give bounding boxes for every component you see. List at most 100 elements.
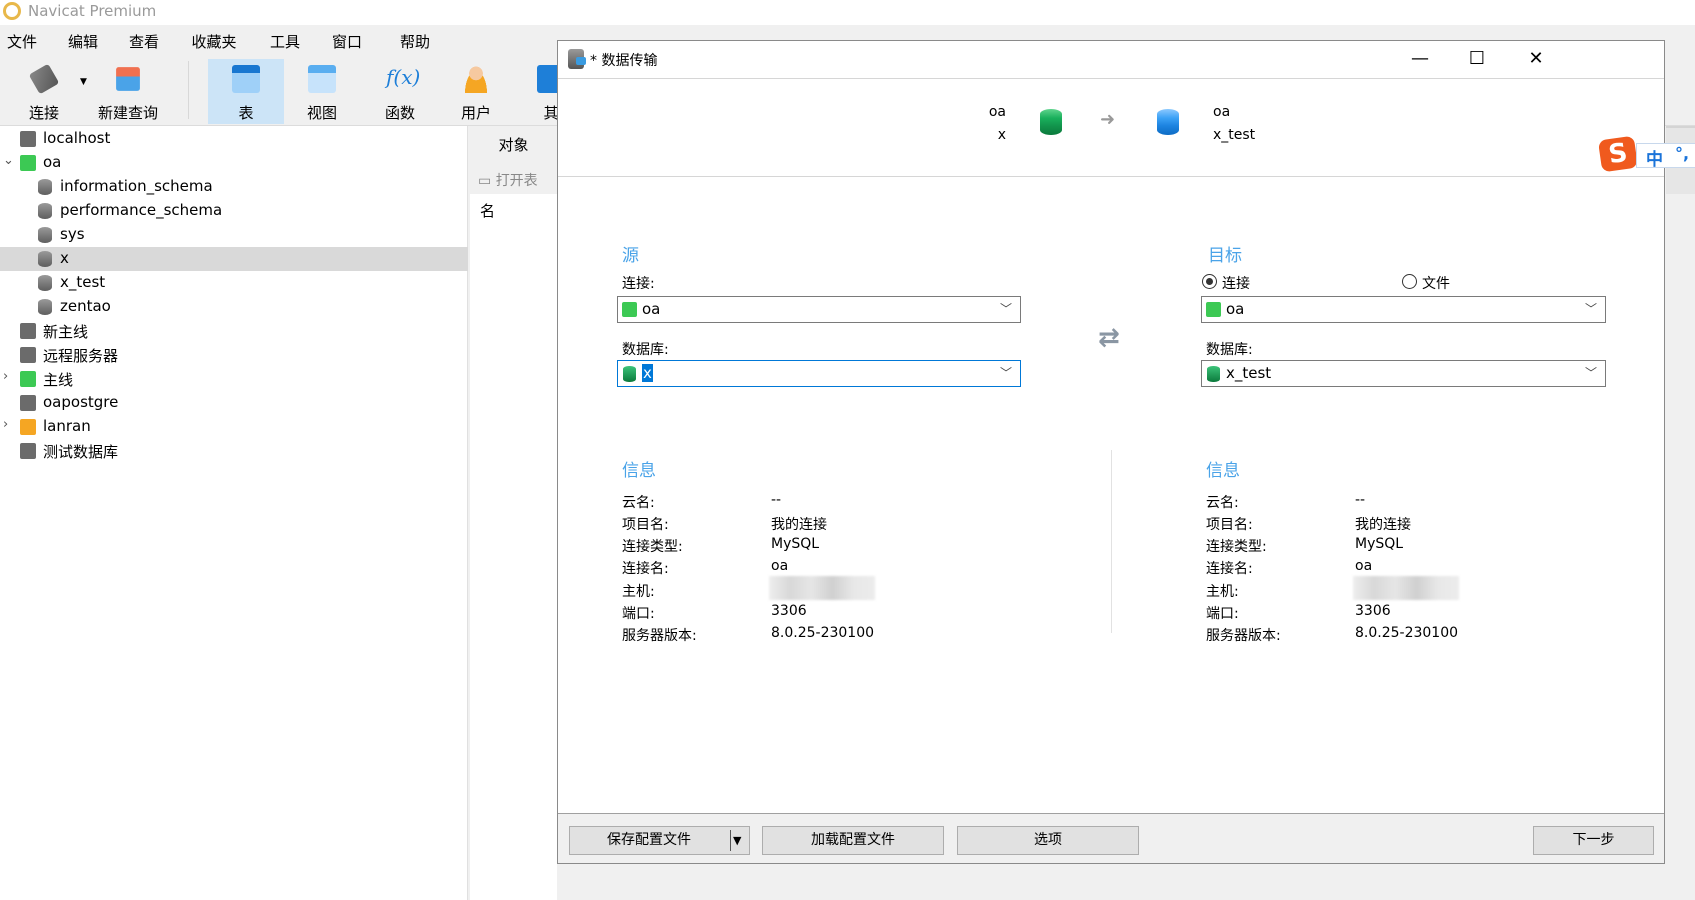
swap-icon[interactable]: ⇄ (1098, 323, 1120, 353)
ime-punctuation[interactable]: °, (1675, 144, 1689, 163)
chevron-right-icon[interactable]: › (3, 369, 8, 384)
host-redacted (769, 576, 875, 600)
info-label: 连接类型: (622, 539, 683, 555)
target-database-label: 数据库: (1206, 342, 1253, 358)
target-connection-radio[interactable] (1202, 274, 1217, 289)
new-query-icon (116, 67, 140, 91)
target-file-radio-label[interactable]: 文件 (1422, 273, 1450, 293)
tree-item-x-test[interactable]: x_test (0, 271, 468, 295)
menu-file[interactable]: 文件 (7, 31, 37, 52)
chevron-right-icon[interactable]: › (3, 417, 8, 432)
source-connection-value: oa (642, 300, 661, 318)
info-value: 8.0.25-230100 (771, 625, 875, 641)
info-label: 主机: (622, 584, 655, 600)
menu-window[interactable]: 窗口 (332, 31, 362, 52)
minimize-button[interactable]: — (1400, 47, 1440, 73)
table-button[interactable]: 表 (208, 59, 284, 124)
target-database-icon (1157, 109, 1179, 135)
menu-edit[interactable]: 编辑 (68, 31, 98, 52)
tree-item-zentao[interactable]: zentao (0, 295, 468, 319)
plug-icon (28, 63, 60, 95)
save-profile-button[interactable]: 保存配置文件 ▼ (569, 826, 750, 855)
target-database-select[interactable]: x_test ﹀ (1201, 360, 1606, 387)
connect-button[interactable]: 连接 (6, 59, 82, 124)
ime-status-bar[interactable]: S 中 °, (1597, 135, 1695, 173)
info-value: -- (1355, 492, 1366, 508)
info-label: 连接类型: (1206, 539, 1267, 555)
mysql-connection-icon (20, 131, 36, 147)
source-connection-select[interactable]: oa ﹀ (617, 296, 1021, 323)
chevron-down-icon[interactable]: ⌄ (3, 153, 14, 168)
tree-item-performance-schema[interactable]: performance_schema (0, 199, 468, 223)
next-button[interactable]: 下一步 (1533, 826, 1654, 855)
tab-objects[interactable]: 对象 (470, 126, 557, 162)
connect-label: 连接 (28, 104, 59, 122)
menu-help[interactable]: 帮助 (400, 31, 430, 52)
tree-label: oa (43, 153, 62, 171)
info-label: 连接名: (1206, 561, 1253, 577)
tree-item-sys[interactable]: sys (0, 223, 468, 247)
target-database-value: x_test (1226, 364, 1272, 382)
tree-item-x[interactable]: x (0, 247, 468, 271)
dialog-title-bar: * 数据传输 — ☐ ✕ (558, 41, 1664, 79)
user-label: 用户 (460, 104, 491, 122)
name-column-header[interactable]: 名 (480, 200, 495, 221)
load-profile-button[interactable]: 加载配置文件 (762, 826, 944, 855)
ime-mode[interactable]: 中 (1646, 145, 1663, 170)
user-button[interactable]: 用户 (438, 59, 514, 124)
mysql-connection-icon (1206, 302, 1221, 317)
tree-label: x_test (60, 273, 106, 291)
tree-item-oa[interactable]: ⌄ oa (0, 151, 468, 175)
maximize-button[interactable]: ☐ (1457, 47, 1497, 73)
menu-tools[interactable]: 工具 (270, 31, 300, 52)
function-icon: f(x) (386, 65, 421, 89)
navicat-logo-icon (3, 2, 21, 20)
tree-item-lanran[interactable]: › lanran (0, 415, 468, 439)
function-button[interactable]: f(x) 函数 (362, 59, 438, 124)
mysql-connection-icon (20, 371, 36, 387)
function-label: 函数 (384, 104, 415, 122)
options-button[interactable]: 选项 (957, 826, 1139, 855)
postgresql-connection-icon (20, 395, 36, 411)
connect-dropdown-icon[interactable]: ▼ (80, 77, 87, 87)
new-query-label: 新建查询 (97, 104, 158, 122)
view-button[interactable]: 视图 (284, 59, 360, 124)
info-value: -- (771, 492, 782, 508)
tree-label: 新主线 (43, 323, 89, 341)
tree-item-localhost[interactable]: localhost (0, 127, 468, 151)
menu-favorites[interactable]: 收藏夹 (191, 31, 236, 52)
info-value: MySQL (1355, 536, 1404, 552)
source-info-heading: 信息 (622, 461, 656, 481)
menu-view[interactable]: 查看 (129, 31, 159, 52)
info-label: 云名: (622, 495, 655, 511)
target-connection-value: oa (1226, 300, 1245, 318)
objects-panel: 对象 ▭ 打开表 名 (470, 126, 557, 900)
user-icon (462, 65, 490, 93)
source-database-select[interactable]: x ﹀ (617, 360, 1021, 387)
target-summary: oa x_test (1213, 101, 1255, 147)
source-database-value: x (642, 364, 653, 382)
target-file-radio[interactable] (1402, 274, 1417, 289)
tree-item-information-schema[interactable]: information_schema (0, 175, 468, 199)
close-button[interactable]: ✕ (1516, 47, 1556, 73)
target-info-heading: 信息 (1206, 461, 1240, 481)
info-label: 云名: (1206, 495, 1239, 511)
info-value: 3306 (1355, 603, 1391, 619)
mysql-connection-icon (20, 155, 36, 171)
target-connection-select[interactable]: oa ﹀ (1201, 296, 1606, 323)
dropdown-arrow-icon[interactable]: ▼ (733, 827, 741, 854)
target-connection-radio-label[interactable]: 连接 (1222, 273, 1250, 293)
dialog-footer: 保存配置文件 ▼ 加载配置文件 选项 下一步 (558, 813, 1664, 863)
tree-item-zhuxian[interactable]: › 主线 (0, 367, 468, 391)
tree-item-test-db[interactable]: 测试数据库 (0, 439, 468, 463)
source-database-icon (1040, 109, 1062, 135)
new-query-button[interactable]: 新建查询 (90, 59, 166, 124)
transfer-summary: oa x ➜ oa x_test (558, 79, 1664, 177)
table-label: 表 (238, 104, 254, 122)
navigation-tree: localhost ⌄ oa information_schema perform… (0, 126, 468, 900)
tree-item-oapostgre[interactable]: oapostgre (0, 391, 468, 415)
tree-item-xinzhuxian[interactable]: 新主线 (0, 319, 468, 343)
tree-item-remote-server[interactable]: 远程服务器 (0, 343, 468, 367)
chevron-down-icon: ﹀ (999, 302, 1012, 316)
open-table-button[interactable]: ▭ 打开表 (470, 162, 557, 194)
